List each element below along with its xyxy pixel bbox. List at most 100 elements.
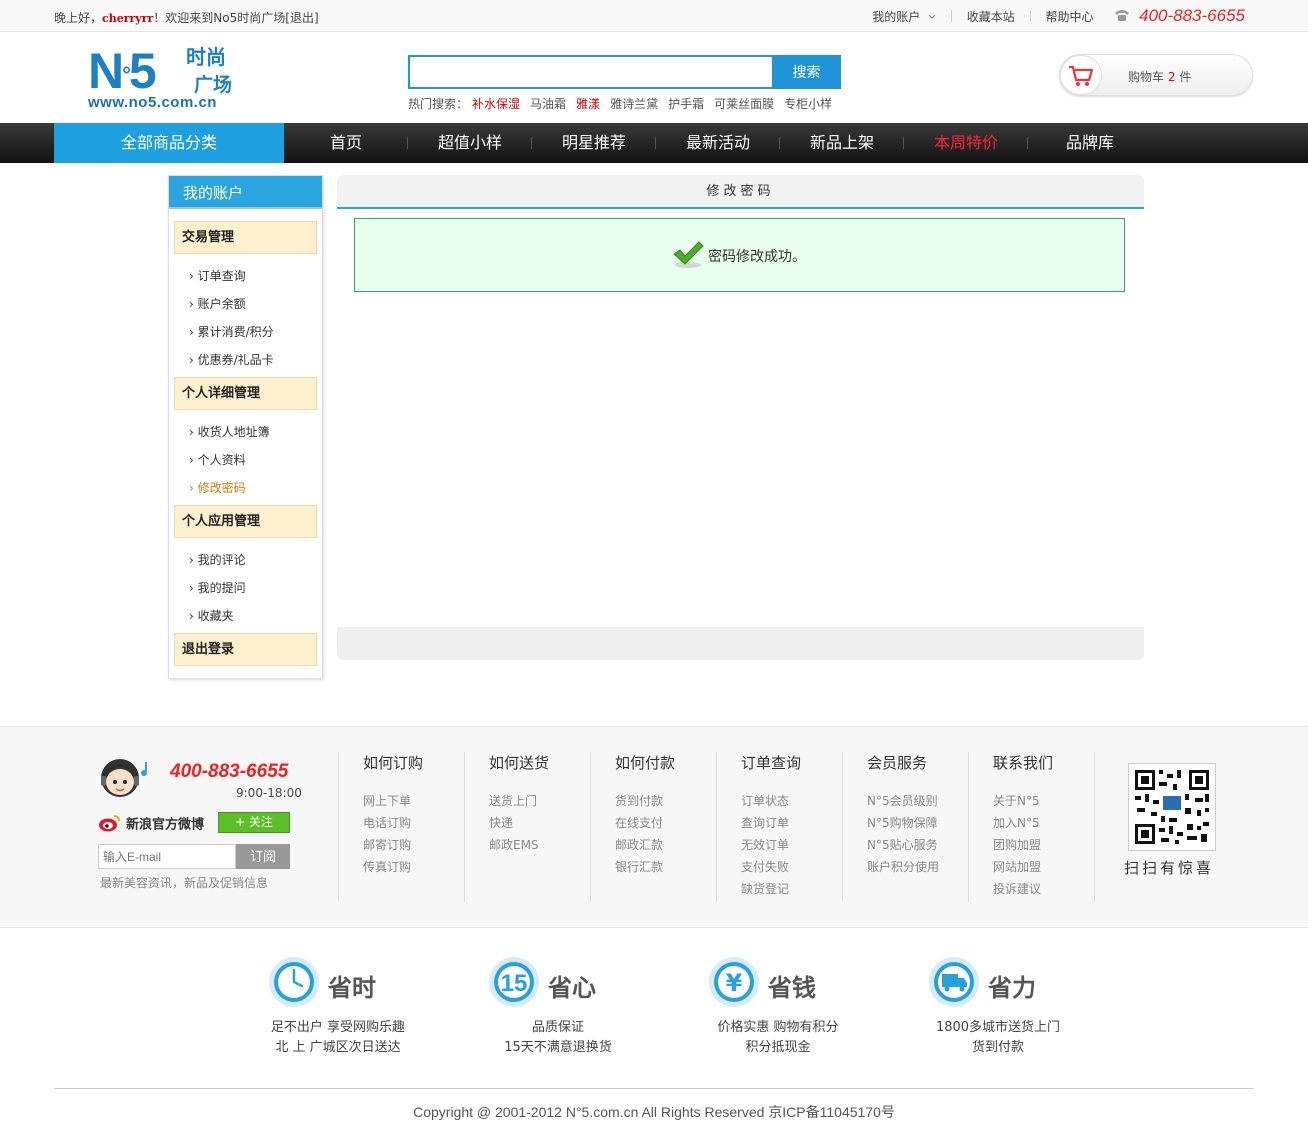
username: cherryrr [102,12,154,25]
footer-link[interactable]: 传真订购 [363,856,464,878]
footer-link[interactable]: 投诉建议 [993,878,1094,900]
footer-link[interactable]: 加入N°5 [993,812,1094,834]
footer-link[interactable]: 电话订购 [363,812,464,834]
sidebar-item-change-password[interactable]: › 修改密码 [189,479,246,496]
footer-link[interactable]: 快递 [489,812,590,834]
footer-column-order: 如何订购 网上下单 电话订购 邮寄订购 传真订购 [338,752,464,902]
footer-link[interactable]: 在线支付 [615,812,716,834]
divider [1029,10,1031,22]
hotline-number: 400-883-6655 [1139,6,1245,25]
promo-desc: 足不出户 享受网购乐趣北 上 广城区次日送达 [270,1020,406,1055]
bookmark-link[interactable]: 收藏本站 [967,8,1015,25]
footer-link[interactable]: 网上下单 [363,790,464,812]
phone-icon [1113,8,1131,25]
footer-link[interactable]: 邮政EMS [489,834,590,856]
subscribe-button[interactable]: 订阅 [236,844,290,869]
footer-link[interactable]: 邮政汇款 [615,834,716,856]
qr-code [1128,763,1216,851]
main-panel: 修改密码 密码修改成功。 [337,175,1144,660]
footer-link[interactable]: N°5贴心服务 [867,834,968,856]
footer-link[interactable]: 缺货登记 [741,878,842,900]
footer-link[interactable]: 查询订单 [741,812,842,834]
footer-column-title: 如何订购 [363,754,424,772]
greeting-text: 晚上好， [54,11,103,25]
footer-link[interactable]: 网站加盟 [993,856,1094,878]
logout-link[interactable]: [退出] [285,11,318,25]
cart-count: 2 [1167,70,1176,84]
hot-search-term[interactable]: 雅诗兰黛 [610,97,658,111]
promo-title: 省时 [328,974,376,1002]
nav-item-events[interactable]: 最新活动 [656,123,780,163]
nav-items: 首页 超值小样 明星推荐 最新活动 新品上架 本周特价 品牌库 [284,123,1152,163]
follow-weibo-button[interactable]: + 关注 [218,812,290,833]
footer-link[interactable]: 货到付款 [615,790,716,812]
help-link[interactable]: 帮助中心 [1045,8,1093,25]
nav-item-weekly-deals[interactable]: 本周特价 [904,123,1028,163]
hot-search-term[interactable]: 可莱丝面膜 [714,97,774,111]
nav-item-brands[interactable]: 品牌库 [1028,123,1152,163]
footer-link[interactable]: 银行汇款 [615,856,716,878]
nav-item-home[interactable]: 首页 [284,123,408,163]
greeting-area: 晚上好，cherryrr！欢迎来到No5时尚广场[退出] [54,9,319,26]
search-input[interactable] [408,55,774,89]
footer-link[interactable]: 无效订单 [741,834,842,856]
nav-item-samples[interactable]: 超值小样 [408,123,532,163]
footer-link[interactable]: 关于N°5 [993,790,1094,812]
footer-link[interactable]: 团购加盟 [993,834,1094,856]
footer-link[interactable]: 送货上门 [489,790,590,812]
site-logo[interactable]: N°5 时尚 广场 www.no5.com.cn [88,46,248,112]
hot-search-term[interactable]: 马油霜 [530,97,566,111]
cart-unit: 件 [1179,70,1192,84]
footer-column-contact: 联系我们 关于N°5 加入N°5 团购加盟 网站加盟 投诉建议 [968,752,1094,902]
sidebar-item-orders[interactable]: › 订单查询 [189,267,246,284]
promo-title: 省力 [988,974,1036,1002]
nav-item-new[interactable]: 新品上架 [780,123,904,163]
footer-link[interactable]: N°5会员级别 [867,790,968,812]
sidebar-item-balance[interactable]: › 账户余额 [189,295,246,312]
footer-link[interactable]: 支付失败 [741,856,842,878]
sidebar-item-reviews[interactable]: › 我的评论 [189,551,246,568]
main-nav: 全部商品分类 首页 超值小样 明星推荐 最新活动 新品上架 本周特价 品牌库 [0,123,1308,163]
my-account-link[interactable]: 我的账户 [872,8,920,25]
account-sidebar: 我的账户 交易管理 › 订单查询 › 账户余额 › 累计消费/积分 › 优惠券/… [168,175,323,679]
search-button[interactable]: 搜索 [772,55,841,89]
promo-save-effort: 省力 1800多城市送货上门 货到付款 [928,956,1128,1066]
footer-column-delivery: 如何送货 送货上门 快递 邮政EMS [464,752,590,902]
cart-icon-holder [1060,55,1102,95]
qr-caption: 扫扫有惊喜 [1124,859,1215,877]
chevron-down-icon[interactable] [928,9,936,23]
cart-button[interactable]: 购物车 2 件 [1059,54,1253,96]
footer-column-title: 如何付款 [615,754,676,772]
footer-link[interactable]: 订单状态 [741,790,842,812]
sidebar-item-profile[interactable]: › 个人资料 [189,451,246,468]
logo-url: www.no5.com.cn [88,94,217,111]
subscribe-tip: 最新美容资讯，新品及促销信息 [100,876,269,890]
footer-column-title: 如何送货 [489,754,550,772]
all-categories-button[interactable]: 全部商品分类 [54,123,284,163]
sidebar-logout-button[interactable]: 退出登录 [174,633,317,666]
promo-title: 省钱 [768,974,816,1002]
sidebar-item-questions[interactable]: › 我的提问 [189,579,246,596]
nav-item-star[interactable]: 明星推荐 [532,123,656,163]
promo-desc: 1800多城市送货上门 货到付款 [935,1020,1061,1055]
footer-link[interactable]: 邮寄订购 [363,834,464,856]
top-links: 我的账户 收藏本站 帮助中心 400-883-6655 [872,6,1245,26]
sidebar-item-favorites[interactable]: › 收藏夹 [189,607,234,624]
footer-link[interactable]: N°5购物保障 [867,812,968,834]
sidebar-item-addresses[interactable]: › 收货人地址簿 [189,423,270,440]
sidebar-group-personal: 个人详细管理 [174,377,317,410]
footer-column-title: 会员服务 [867,754,928,772]
sidebar-item-coupons[interactable]: › 优惠券/礼品卡 [189,351,274,368]
hot-search-term[interactable]: 补水保湿 [472,97,520,111]
footer-column-title: 订单查询 [741,754,802,772]
divider [950,10,952,22]
hot-search-term[interactable]: 专柜小样 [784,97,832,111]
truck-icon [928,956,980,1008]
sidebar-item-points[interactable]: › 累计消费/积分 [189,323,274,340]
service-hours: 9:00-18:00 [236,786,302,800]
email-input[interactable] [98,844,236,869]
hot-search-term[interactable]: 护手霜 [668,97,704,111]
svg-text:15: 15 [501,970,528,997]
hot-search-term[interactable]: 雅漾 [576,97,600,111]
footer-link[interactable]: 账户积分使用 [867,856,968,878]
